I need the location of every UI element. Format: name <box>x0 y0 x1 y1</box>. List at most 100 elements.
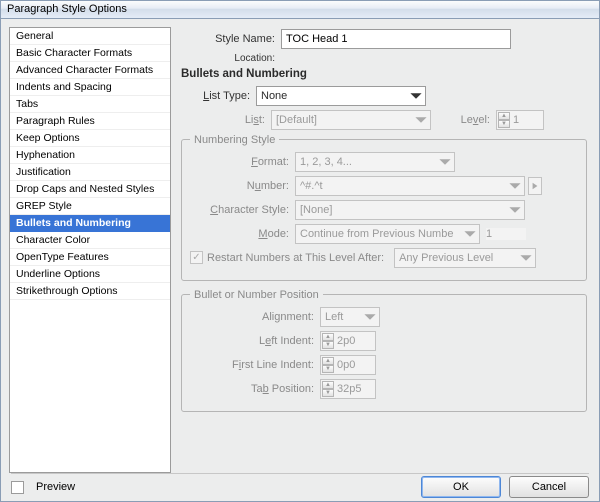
alignment-value: Left <box>325 311 343 323</box>
alignment-row: Alignment: Left <box>190 307 578 327</box>
position-group: Bullet or Number Position Alignment: Lef… <box>181 289 587 412</box>
location-label: Location: <box>181 53 281 64</box>
dialog-body: GeneralBasic Character FormatsAdvanced C… <box>1 19 599 473</box>
stepper-icon: ▲▼ <box>322 357 334 373</box>
number-label: Number: <box>190 180 295 192</box>
position-legend: Bullet or Number Position <box>190 289 323 301</box>
mode-at-value: 1 <box>486 228 492 240</box>
list-item[interactable]: OpenType Features <box>10 249 170 266</box>
list-label: List: <box>181 114 271 126</box>
section-title: Bullets and Numbering <box>181 68 587 80</box>
list-item[interactable]: GREP Style <box>10 198 170 215</box>
location-row: Location: <box>181 53 587 64</box>
list-item[interactable]: Indents and Spacing <box>10 79 170 96</box>
numbering-style-group: Numbering Style Format: 1, 2, 3, 4... Nu… <box>181 134 587 281</box>
chevron-down-icon <box>414 113 428 127</box>
first-line-row: First Line Indent: ▲▼ 0p0 <box>190 355 578 375</box>
level-value: 1 <box>513 114 519 126</box>
chevron-down-icon <box>363 310 377 324</box>
alignment-label: Alignment: <box>190 311 320 323</box>
style-name-label: Style Name: <box>181 33 281 45</box>
list-item[interactable]: Strikethrough Options <box>10 283 170 300</box>
category-listbox[interactable]: GeneralBasic Character FormatsAdvanced C… <box>9 27 171 473</box>
restart-combo: Any Previous Level <box>394 248 536 268</box>
chevron-down-icon <box>438 155 452 169</box>
number-row: Number: ^#.^t <box>190 176 578 196</box>
chevron-down-icon <box>409 89 423 103</box>
number-value: ^#.^t <box>300 180 323 192</box>
play-icon <box>528 177 542 195</box>
footer: Preview OK Cancel <box>1 474 599 501</box>
first-line-label: First Line Indent: <box>190 359 320 371</box>
mode-at-field: 1 <box>486 228 526 240</box>
style-name-row: Style Name: <box>181 29 587 49</box>
format-value: 1, 2, 3, 4... <box>300 156 352 168</box>
list-item[interactable]: Drop Caps and Nested Styles <box>10 181 170 198</box>
left-indent-value: 2p0 <box>337 335 355 347</box>
level-spin: ▲▼ 1 <box>496 110 544 130</box>
mode-combo: Continue from Previous Numbe <box>295 224 480 244</box>
list-type-row: List Type: None <box>181 86 587 106</box>
list-type-label: List Type: <box>181 90 256 102</box>
list-item[interactable]: Keep Options <box>10 130 170 147</box>
preview-checkbox[interactable] <box>11 481 24 494</box>
format-label: Format: <box>190 156 295 168</box>
left-indent-label: Left Indent: <box>190 335 320 347</box>
main-panel: Style Name: Location: Bullets and Number… <box>179 27 589 473</box>
list-type-combo[interactable]: None <box>256 86 426 106</box>
chevron-down-icon <box>463 227 477 241</box>
tab-position-value: 32p5 <box>337 383 361 395</box>
tab-position-spin: ▲▼ 32p5 <box>320 379 376 399</box>
restart-checkbox: ✓ <box>190 251 203 264</box>
list-item[interactable]: Justification <box>10 164 170 181</box>
alignment-combo: Left <box>320 307 380 327</box>
mode-value: Continue from Previous Numbe <box>300 228 453 240</box>
mode-label: Mode: <box>190 228 295 240</box>
first-line-spin: ▲▼ 0p0 <box>320 355 376 375</box>
list-item[interactable]: Hyphenation <box>10 147 170 164</box>
first-line-value: 0p0 <box>337 359 355 371</box>
restart-row: ✓ Restart Numbers at This Level After: A… <box>190 248 578 268</box>
list-item[interactable]: Basic Character Formats <box>10 45 170 62</box>
list-item[interactable]: Underline Options <box>10 266 170 283</box>
list-item[interactable]: Bullets and Numbering <box>10 215 170 232</box>
list-type-value: None <box>261 90 287 102</box>
charstyle-label: Character Style: <box>190 204 295 216</box>
stepper-icon: ▲▼ <box>498 112 510 128</box>
dialog-window: Paragraph Style Options GeneralBasic Cha… <box>0 0 600 502</box>
stepper-icon: ▲▼ <box>322 333 334 349</box>
list-row: List: [Default] Level: ▲▼ 1 <box>181 110 587 130</box>
format-row: Format: 1, 2, 3, 4... <box>190 152 578 172</box>
list-item[interactable]: Advanced Character Formats <box>10 62 170 79</box>
number-combo: ^#.^t <box>295 176 525 196</box>
tab-position-row: Tab Position: ▲▼ 32p5 <box>190 379 578 399</box>
mode-row: Mode: Continue from Previous Numbe 1 <box>190 224 578 244</box>
preview-label: Preview <box>36 481 75 493</box>
charstyle-value: [None] <box>300 204 332 216</box>
restart-label: Restart Numbers at This Level After: <box>207 252 384 264</box>
tab-position-label: Tab Position: <box>190 383 320 395</box>
restart-value: Any Previous Level <box>399 252 493 264</box>
left-indent-spin: ▲▼ 2p0 <box>320 331 376 351</box>
numbering-legend: Numbering Style <box>190 134 279 146</box>
list-item[interactable]: Character Color <box>10 232 170 249</box>
charstyle-row: Character Style: [None] <box>190 200 578 220</box>
title-text: Paragraph Style Options <box>7 3 127 15</box>
list-item[interactable]: General <box>10 28 170 45</box>
format-combo: 1, 2, 3, 4... <box>295 152 455 172</box>
chevron-down-icon <box>508 203 522 217</box>
list-item[interactable]: Paragraph Rules <box>10 113 170 130</box>
list-item[interactable]: Tabs <box>10 96 170 113</box>
titlebar: Paragraph Style Options <box>1 1 599 19</box>
ok-button[interactable]: OK <box>421 476 501 498</box>
level-label: Level: <box>431 114 496 126</box>
cancel-button[interactable]: Cancel <box>509 476 589 498</box>
left-indent-row: Left Indent: ▲▼ 2p0 <box>190 331 578 351</box>
list-combo: [Default] <box>271 110 431 130</box>
style-name-input[interactable] <box>281 29 511 49</box>
stepper-icon: ▲▼ <box>322 381 334 397</box>
list-value: [Default] <box>276 114 317 126</box>
chevron-down-icon <box>508 179 522 193</box>
charstyle-combo: [None] <box>295 200 525 220</box>
chevron-down-icon <box>519 251 533 265</box>
